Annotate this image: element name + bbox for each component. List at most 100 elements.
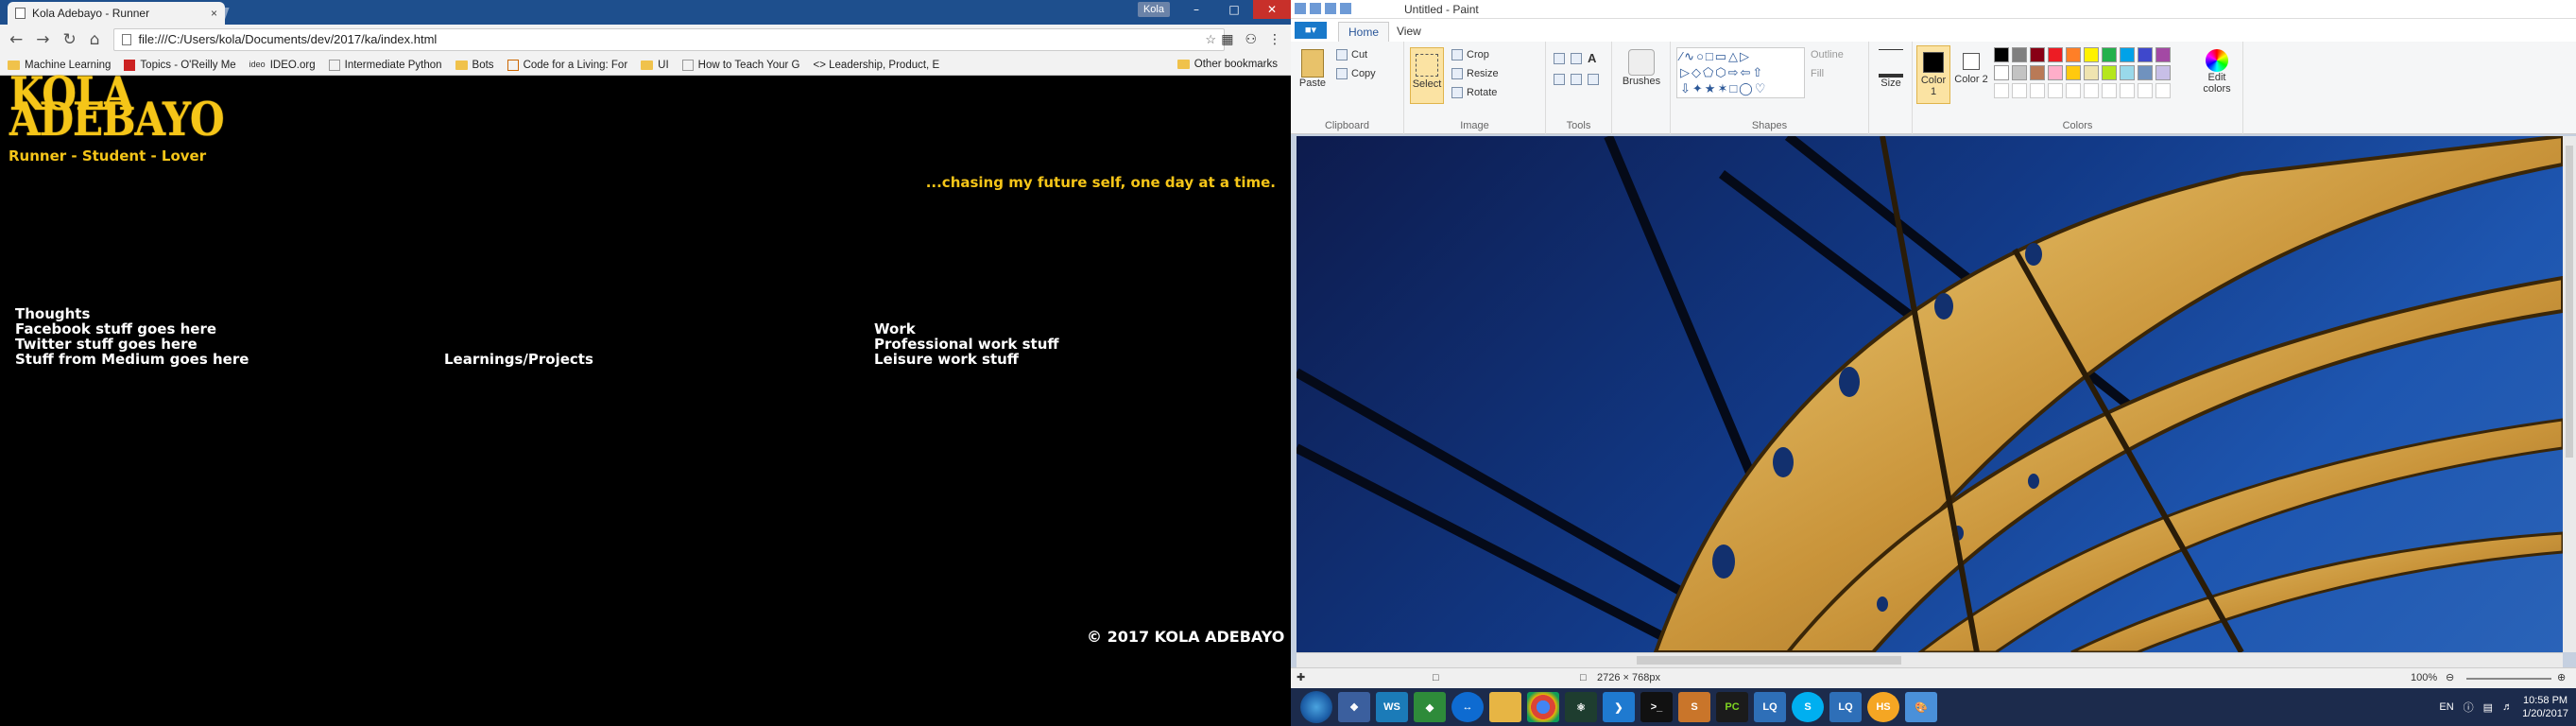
edit-colors-button[interactable]: Edit colors [2196,49,2238,95]
custom-color-swatch[interactable] [1994,83,2009,98]
account-icon[interactable]: ⚇ [1245,32,1257,47]
undo-icon[interactable] [1325,3,1336,14]
color2-button[interactable]: Color 2 [1954,45,1988,104]
zoom-slider[interactable] [2466,678,2551,680]
leisure-link[interactable]: Leisure work stuff [874,352,1059,367]
color-swatch[interactable] [1994,47,2009,62]
facebook-link[interactable]: Facebook stuff goes here [15,321,249,337]
medium-link[interactable]: Stuff from Medium goes here [15,352,249,367]
pycharm-green-icon[interactable]: ◆ [1414,692,1446,722]
eraser-icon[interactable] [1554,74,1565,85]
pc-icon[interactable]: PC [1716,692,1748,722]
color-swatch[interactable] [2155,47,2171,62]
outline-button[interactable]: Outline [1811,49,1844,60]
bookmark-item[interactable]: How to Teach Your G [681,59,800,71]
color-swatch[interactable] [2012,47,2027,62]
close-button[interactable]: ✕ [1253,0,1291,19]
folder-icon[interactable] [1489,692,1521,722]
tab-close-icon[interactable]: × [211,2,217,25]
atom-icon[interactable]: ⚛ [1565,692,1597,722]
magnifier-icon[interactable] [1588,74,1599,85]
color-swatch[interactable] [2048,47,2063,62]
save-icon[interactable] [1310,3,1321,14]
bookmark-item[interactable]: UI [641,60,669,71]
color-picker-icon[interactable] [1571,74,1582,85]
paint-icon[interactable]: 🎨 [1905,692,1937,722]
clock[interactable]: 10:58 PM 1/20/2017 [2522,694,2568,720]
bookmark-star-icon[interactable]: ☆ [1205,29,1216,50]
color-swatch[interactable] [2030,47,2045,62]
zoom-in-button[interactable]: ⊕ [2557,668,2566,687]
language-indicator[interactable]: EN [2439,701,2453,713]
lq2-icon[interactable]: LQ [1829,692,1862,722]
size-button[interactable]: Size [1875,49,1907,89]
horizontal-scrollbar[interactable] [1297,652,2563,667]
scroll-thumb[interactable] [2566,146,2573,458]
bookmark-item[interactable]: Code for a Living: For [507,59,627,71]
zoom-out-button[interactable]: ⊖ [2446,668,2454,687]
tab-view[interactable]: View [1387,22,1431,42]
drawing-canvas[interactable] [1297,136,2563,652]
color-swatch[interactable] [2102,47,2117,62]
custom-color-swatch[interactable] [2138,83,2153,98]
back-icon[interactable]: ← [9,30,23,49]
bookmark-item[interactable]: ideo IDEO.org [249,60,316,71]
bookmark-item[interactable]: Intermediate Python [328,59,442,71]
color-swatch[interactable] [2120,47,2135,62]
brushes-button[interactable]: Brushes [1620,49,1663,87]
chrome-icon[interactable] [1527,692,1559,722]
paste-button[interactable]: Paste [1297,49,1329,89]
color-swatch[interactable] [2084,65,2099,80]
fill-button[interactable]: Fill [1811,68,1824,79]
skype-icon[interactable]: S [1792,692,1824,722]
color-swatch[interactable] [2066,65,2081,80]
scroll-thumb[interactable] [1637,656,1901,665]
custom-color-swatch[interactable] [2066,83,2081,98]
reload-icon[interactable]: ↻ [63,30,77,49]
custom-color-swatch[interactable] [2120,83,2135,98]
crop-button[interactable]: Crop [1451,49,1489,60]
color-swatch[interactable] [2048,65,2063,80]
color-swatch[interactable] [2155,65,2171,80]
custom-color-swatch[interactable] [2048,83,2063,98]
bookmark-item[interactable]: Bots [455,60,494,71]
minimize-button[interactable]: – [1177,0,1215,19]
custom-color-swatch[interactable] [2102,83,2117,98]
pencil-icon[interactable] [1554,52,1565,64]
color-swatch[interactable] [2084,47,2099,62]
color-swatch[interactable] [2012,65,2027,80]
forward-icon[interactable]: → [36,30,49,49]
other-bookmarks[interactable]: Other bookmarks [1176,59,1278,70]
professional-link[interactable]: Professional work stuff [874,337,1059,352]
ws-icon[interactable]: WS [1376,692,1408,722]
shapes-gallery[interactable]: ∕∿○□▭△▷ ▷◇⬠⬡⇨⇦⇧ ⇩✦★✶□◯♡ [1676,47,1805,98]
volume-icon[interactable]: ♬ [2502,701,2513,713]
rotate-button[interactable]: Rotate [1451,87,1497,98]
text-tool-icon[interactable]: A [1588,51,1596,65]
network-icon[interactable]: ▤ [2483,701,2493,714]
tab-home[interactable]: Home [1338,22,1390,42]
bookmark-item[interactable]: Topics - O'Reilly Me [124,59,236,71]
color-swatch[interactable] [2030,65,2045,80]
file-menu-button[interactable]: ■▾ [1295,22,1327,39]
select-button[interactable]: Select [1410,47,1444,104]
site-logo[interactable]: KOLA ADEBAYO [9,71,225,143]
lq-icon[interactable]: LQ [1754,692,1786,722]
help-icon[interactable]: ⓘ [2464,700,2474,715]
custom-color-swatch[interactable] [2084,83,2099,98]
hs-icon[interactable]: HS [1867,692,1899,722]
copy-button[interactable]: Copy [1336,68,1376,79]
learnings-heading[interactable]: Learnings/Projects [444,352,593,367]
color-swatch[interactable] [2120,65,2135,80]
redo-icon[interactable] [1340,3,1351,14]
teamviewer-icon[interactable]: ↔ [1451,692,1484,722]
custom-color-swatch[interactable] [2030,83,2045,98]
menu-icon[interactable]: ⋮ [1268,32,1281,47]
vertical-scrollbar[interactable] [2563,136,2576,652]
cmd-icon[interactable]: >_ [1640,692,1673,722]
vscode-icon[interactable]: ❯ [1603,692,1635,722]
color1-button[interactable]: Color 1 [1916,45,1950,104]
color-swatch[interactable] [2138,47,2153,62]
explorer-icon[interactable]: ❖ [1338,692,1370,722]
profile-badge[interactable]: Kola [1137,2,1170,17]
